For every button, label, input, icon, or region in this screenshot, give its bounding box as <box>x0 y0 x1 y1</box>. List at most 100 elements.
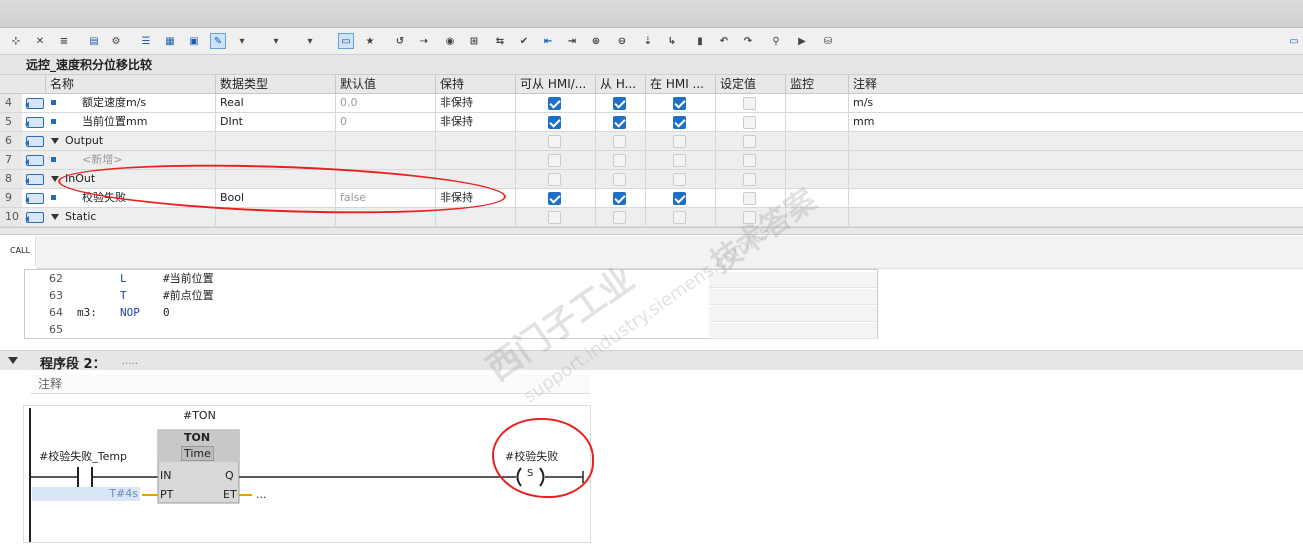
check-icon[interactable]: ✔ <box>516 33 532 49</box>
row-name[interactable]: 当前位置mm <box>45 113 215 131</box>
row-retain[interactable] <box>435 151 515 169</box>
row-retain[interactable]: 非保持 <box>435 94 515 112</box>
step-icon[interactable]: ⇣ <box>640 33 656 49</box>
row-datatype[interactable] <box>215 132 335 150</box>
col-hmi-access[interactable]: 可从 HMI/... <box>515 75 595 94</box>
open-call-icon[interactable]: ↺ <box>392 33 408 49</box>
table-row[interactable]: 4 额定速度m/s Real 0.0 非保持 m/s <box>0 94 1303 113</box>
stl-code-box[interactable]: 62 L #当前位置 63 T #前点位置 64 m3: NOP 0 65 <box>24 269 878 339</box>
pt-value-field[interactable]: T#4s <box>32 487 140 501</box>
grid-view-icon[interactable]: ▣ <box>186 33 202 49</box>
table-row[interactable]: 5 当前位置mm DInt 0 非保持 mm <box>0 113 1303 132</box>
hmi-write-checkbox[interactable] <box>613 135 626 148</box>
col-monitor[interactable]: 监控 <box>785 75 848 94</box>
table-row[interactable]: 10 Static <box>0 208 1303 227</box>
hmi-visible-checkbox[interactable] <box>673 173 686 186</box>
monitor-icon[interactable]: ▤ <box>86 33 102 49</box>
hmi-access-checkbox[interactable] <box>548 97 561 110</box>
splitter[interactable] <box>0 227 1303 235</box>
hmi-access-checkbox[interactable] <box>548 116 561 129</box>
col-setpoint[interactable]: 设定值 <box>715 75 785 94</box>
row-comment[interactable]: m/s <box>848 94 1078 112</box>
hmi-visible-checkbox[interactable] <box>673 211 686 224</box>
hmi-visible-checkbox[interactable] <box>673 97 686 110</box>
abs-operand-icon[interactable]: ▾ <box>234 33 250 49</box>
row-retain[interactable] <box>435 208 515 226</box>
symbol-operand-icon[interactable]: ▾ <box>268 33 284 49</box>
compare-icon[interactable]: ⇆ <box>492 33 508 49</box>
row-retain[interactable]: 非保持 <box>435 113 515 131</box>
symbol-info-icon[interactable]: ▾ <box>302 33 318 49</box>
row-comment[interactable] <box>848 189 1078 207</box>
row-comment[interactable] <box>848 208 1078 226</box>
insert-row-icon[interactable]: ⊹ <box>8 33 24 49</box>
step-over-icon[interactable]: ↳ <box>664 33 680 49</box>
indent-in-icon[interactable]: ⇤ <box>540 33 556 49</box>
hmi-write-checkbox[interactable] <box>613 97 626 110</box>
et-value-field[interactable]: ... <box>256 488 267 501</box>
hmi-access-checkbox[interactable] <box>548 173 561 186</box>
hmi-visible-checkbox[interactable] <box>673 135 686 148</box>
ton-block-type[interactable]: Time <box>181 446 214 461</box>
setpoint-checkbox[interactable] <box>743 154 756 167</box>
indent-out-icon[interactable]: ⇥ <box>564 33 580 49</box>
col-comment[interactable]: 注释 <box>848 75 1078 94</box>
setpoint-checkbox[interactable] <box>743 97 756 110</box>
cross-ref-icon[interactable]: ⊞ <box>466 33 482 49</box>
settings-icon[interactable]: ⚙ <box>108 33 124 49</box>
list-view-icon[interactable]: ☰ <box>138 33 154 49</box>
hmi-write-checkbox[interactable] <box>613 173 626 186</box>
row-default[interactable]: 0.0 <box>335 94 435 112</box>
row-retain[interactable] <box>435 132 515 150</box>
row-comment[interactable] <box>848 151 1078 169</box>
row-datatype[interactable]: DInt <box>215 113 335 131</box>
col-hmi-write[interactable]: 从 H... <box>595 75 645 94</box>
contact-variable[interactable]: #校验失败_Temp <box>39 448 127 464</box>
row-name[interactable]: 额定速度m/s <box>45 94 215 112</box>
monitor-on-icon[interactable]: ▶ <box>794 33 810 49</box>
row-comment[interactable] <box>848 132 1078 150</box>
go-to-icon[interactable]: ⇢ <box>416 33 432 49</box>
hmi-visible-checkbox[interactable] <box>673 116 686 129</box>
row-datatype[interactable]: Real <box>215 94 335 112</box>
setpoint-checkbox[interactable] <box>743 135 756 148</box>
col-name[interactable]: 名称 <box>45 75 215 94</box>
row-comment[interactable]: mm <box>848 113 1078 131</box>
col-default[interactable]: 默认值 <box>335 75 435 94</box>
hmi-write-checkbox[interactable] <box>613 116 626 129</box>
hmi-access-checkbox[interactable] <box>548 211 561 224</box>
row-default[interactable] <box>335 151 435 169</box>
hmi-access-checkbox[interactable] <box>548 192 561 205</box>
hmi-write-checkbox[interactable] <box>613 154 626 167</box>
comment-icon[interactable]: ✎ <box>210 33 226 49</box>
col-hmi-visible[interactable]: 在 HMI ... <box>645 75 715 94</box>
hmi-write-checkbox[interactable] <box>613 211 626 224</box>
prev-bookmark-icon[interactable]: ↶ <box>716 33 732 49</box>
collapse-network-icon[interactable] <box>8 357 18 364</box>
hmi-visible-checkbox[interactable] <box>673 192 686 205</box>
watch-icon[interactable]: ◉ <box>442 33 458 49</box>
bookmark-icon[interactable]: ▮ <box>692 33 708 49</box>
network-comment-icon[interactable]: ▭ <box>338 33 354 49</box>
table-view-icon[interactable]: ▦ <box>162 33 178 49</box>
table-row[interactable]: 6 Output <box>0 132 1303 151</box>
online-icon[interactable]: ⚲ <box>768 33 784 49</box>
collapse-icon[interactable]: ⊖ <box>614 33 630 49</box>
hmi-access-checkbox[interactable] <box>548 135 561 148</box>
hmi-write-checkbox[interactable] <box>613 192 626 205</box>
download-icon[interactable]: ⛁ <box>820 33 836 49</box>
setpoint-checkbox[interactable] <box>743 173 756 186</box>
row-name[interactable]: Output <box>45 132 215 150</box>
align-icon[interactable]: ≡ <box>56 33 72 49</box>
row-name[interactable]: Static <box>45 208 215 226</box>
row-default[interactable]: 0 <box>335 113 435 131</box>
col-datatype[interactable]: 数据类型 <box>215 75 335 94</box>
network-header[interactable]: 程序段 2： ..... <box>0 350 1303 372</box>
network-title-comment[interactable]: ..... <box>122 356 138 367</box>
row-comment[interactable] <box>848 170 1078 188</box>
setpoint-checkbox[interactable] <box>743 116 756 129</box>
col-retain[interactable]: 保持 <box>435 75 515 94</box>
setpoint-checkbox[interactable] <box>743 192 756 205</box>
window-icon[interactable]: ▭ <box>1286 33 1302 49</box>
next-bookmark-icon[interactable]: ↷ <box>740 33 756 49</box>
